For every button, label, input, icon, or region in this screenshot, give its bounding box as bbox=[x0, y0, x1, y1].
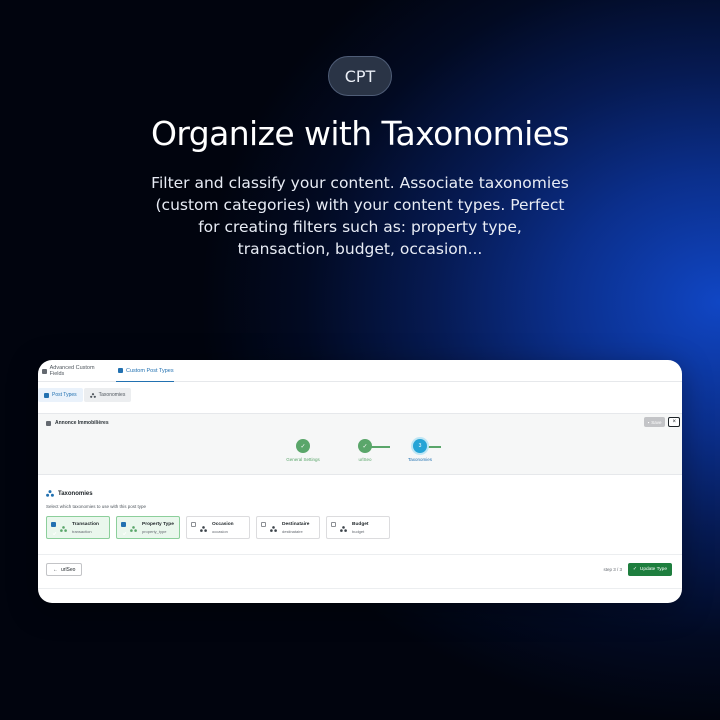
checkbox[interactable] bbox=[121, 522, 127, 536]
subtab-label: Post Types bbox=[52, 392, 77, 398]
post-title-text: Annonce Immobilières bbox=[55, 420, 109, 426]
taxonomy-name: Occasion bbox=[212, 522, 234, 527]
divider bbox=[38, 588, 682, 589]
step-counter: step 3 / 3 bbox=[603, 567, 622, 572]
taxonomy-option-occasion[interactable]: Occasion occasion bbox=[186, 516, 250, 539]
top-navigation: Advanced Custom Fields Custom Post Types bbox=[38, 360, 682, 382]
document-icon bbox=[46, 420, 51, 426]
taxonomy-option-property-type[interactable]: Property Type property_type bbox=[116, 516, 180, 539]
close-button[interactable]: × bbox=[668, 417, 680, 427]
page-title: Organize with Taxonomies bbox=[151, 114, 570, 153]
checkmark-icon bbox=[122, 532, 127, 536]
taxonomy-slug: transaction bbox=[72, 529, 92, 534]
wizard-header: Annonce Immobilières ▪ Save × ✓ General … bbox=[38, 413, 682, 475]
update-type-button[interactable]: ✓ Update Type bbox=[627, 563, 672, 576]
back-button[interactable]: ← urlSeo bbox=[46, 563, 83, 576]
check-icon: ✓ bbox=[358, 439, 372, 453]
taxonomy-slug: budget bbox=[352, 529, 365, 534]
section-title-text: Taxonomies bbox=[58, 490, 93, 497]
post-title: Annonce Immobilières bbox=[46, 420, 109, 426]
step-general-settings[interactable]: ✓ General Settings bbox=[278, 439, 328, 462]
step-label: General Settings bbox=[286, 457, 320, 462]
tab-label: Custom Post Types bbox=[126, 367, 174, 374]
header-actions: ▪ Save × bbox=[643, 417, 680, 427]
step-label: urlSeo bbox=[358, 457, 372, 462]
tab-custom-post-types[interactable]: Custom Post Types bbox=[116, 360, 174, 382]
save-label: Save bbox=[651, 419, 662, 425]
divider bbox=[38, 554, 682, 555]
section-hint: Select which taxonomies to use with this… bbox=[46, 504, 147, 509]
update-label: Update Type bbox=[639, 567, 667, 572]
page-subtitle: Filter and classify your content. Associ… bbox=[151, 174, 569, 258]
taxonomy-name: Transaction bbox=[72, 522, 99, 527]
step-urlseo[interactable]: ✓ urlSeo bbox=[340, 439, 390, 462]
checkbox[interactable] bbox=[261, 522, 266, 527]
checkbox[interactable] bbox=[191, 522, 196, 527]
check-icon: ✓ bbox=[632, 567, 637, 572]
cpt-badge: CPT bbox=[328, 56, 392, 96]
checkbox[interactable] bbox=[331, 522, 336, 527]
checkbox[interactable] bbox=[51, 522, 57, 536]
post-types-icon bbox=[118, 368, 123, 373]
taxonomy-option-transaction[interactable]: Transaction transaction bbox=[46, 516, 110, 539]
step-taxonomies[interactable]: 3 Taxonomies bbox=[395, 439, 445, 462]
save-icon: ▪ bbox=[647, 419, 650, 425]
taxonomy-name: Property Type bbox=[142, 522, 174, 527]
post-types-icon bbox=[44, 392, 49, 398]
subtab-label: Taxonomies bbox=[98, 392, 126, 398]
subtab-post-types[interactable]: Post Types bbox=[38, 388, 83, 402]
step-number: 3 bbox=[413, 439, 427, 453]
taxonomy-icon bbox=[130, 526, 137, 532]
taxonomy-icon bbox=[46, 490, 54, 497]
checkmark-icon bbox=[52, 532, 57, 536]
grid-icon bbox=[42, 368, 47, 374]
check-icon: ✓ bbox=[296, 439, 310, 453]
taxonomy-slug: destinataire bbox=[282, 529, 303, 534]
taxonomy-icon bbox=[89, 392, 96, 398]
taxonomy-icon bbox=[340, 526, 347, 532]
sub-tabs: Post Types Taxonomies bbox=[38, 388, 132, 404]
taxonomy-name: Destinataire bbox=[282, 522, 310, 527]
taxonomy-icon bbox=[270, 526, 277, 532]
section-title: Taxonomies bbox=[46, 490, 93, 497]
taxonomy-icon bbox=[60, 526, 67, 532]
taxonomy-icon bbox=[200, 526, 207, 532]
tab-label: Advanced Custom Fields bbox=[49, 365, 95, 377]
back-label: urlSeo bbox=[61, 566, 76, 573]
tab-advanced-custom-fields[interactable]: Advanced Custom Fields bbox=[42, 360, 106, 382]
arrow-left-icon: ← bbox=[53, 566, 58, 573]
subtab-taxonomies[interactable]: Taxonomies bbox=[83, 388, 132, 402]
app-screenshot-card: Advanced Custom Fields Custom Post Types… bbox=[38, 360, 682, 603]
step-label: Taxonomies bbox=[407, 457, 432, 462]
taxonomy-option-budget[interactable]: Budget budget bbox=[326, 516, 390, 539]
taxonomy-name: Budget bbox=[352, 522, 369, 527]
taxonomy-slug: property_type bbox=[142, 529, 167, 534]
save-button[interactable]: ▪ Save bbox=[643, 417, 666, 427]
taxonomy-slug: occasion bbox=[212, 529, 228, 534]
taxonomy-option-destinataire[interactable]: Destinataire destinataire bbox=[256, 516, 320, 539]
